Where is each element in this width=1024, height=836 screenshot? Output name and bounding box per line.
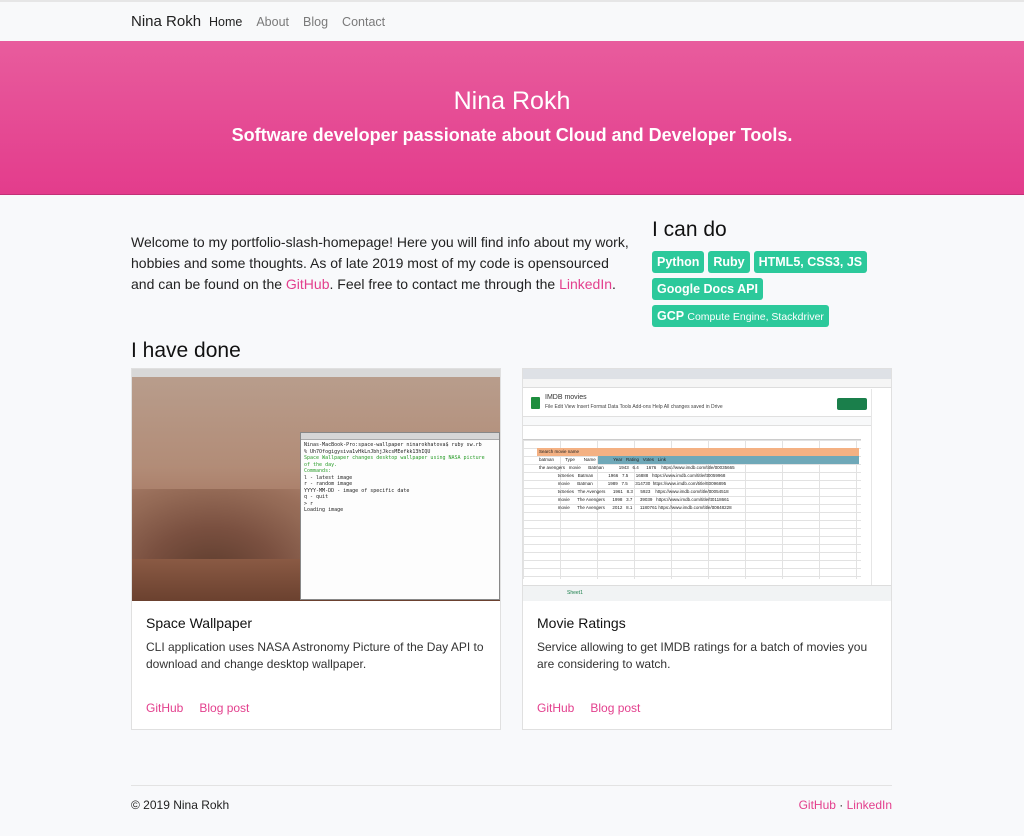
project-links: GitHub Blog post — [146, 701, 249, 715]
sheet-rows: batman Type Name Year Rating Votes Link … — [539, 457, 735, 510]
sheet-name: IMDB movies — [545, 394, 587, 401]
hero-subtitle: Software developer passionate about Clou… — [231, 125, 793, 145]
sheet-side-panel — [871, 389, 891, 585]
project-description: CLI application uses NASA Astronomy Pict… — [146, 640, 484, 671]
badge-gcp-label: GCP — [657, 309, 684, 323]
nav-blog[interactable]: Blog — [303, 15, 328, 29]
project-title: Movie Ratings — [537, 615, 626, 631]
project-github-link[interactable]: GitHub — [537, 701, 574, 715]
badge-gcp-detail: Compute Engine, Stackdriver — [687, 311, 824, 323]
intro-text-3: . — [612, 276, 616, 292]
badge-python: Python — [652, 251, 705, 273]
project-title: Space Wallpaper — [146, 615, 253, 631]
project-blog-link[interactable]: Blog post — [199, 701, 249, 715]
movie-ratings-screenshot: IMDB movies File Edit View Insert Format… — [523, 369, 891, 601]
badge-gcp: GCP Compute Engine, Stackdriver — [652, 305, 829, 327]
browser-tabs — [523, 369, 891, 379]
project-links: GitHub Blog post — [537, 701, 640, 715]
sheet-toolbar — [523, 416, 891, 426]
project-blog-link[interactable]: Blog post — [590, 701, 640, 715]
mac-menu-bar — [132, 369, 500, 377]
footer-linkedin-link[interactable]: LinkedIn — [847, 798, 892, 812]
footer-github-link[interactable]: GitHub — [799, 798, 836, 812]
footer-links: GitHub · LinkedIn — [799, 798, 892, 812]
projects-title: I have done — [131, 339, 241, 362]
brand-link[interactable]: Nina Rokh — [131, 13, 201, 30]
browser-url-bar — [523, 379, 891, 388]
skills-title: I can do — [652, 218, 727, 241]
intro-paragraph: Welcome to my portfolio-slash-homepage! … — [131, 232, 636, 295]
project-github-link[interactable]: GitHub — [146, 701, 183, 715]
footer-copyright: © 2019 Nina Rokh — [131, 798, 230, 812]
space-wallpaper-screenshot: Ninas-MacBook-Pro:space-wallpaper ninaro… — [132, 369, 500, 601]
nav-links: Home About Blog Contact — [209, 15, 385, 29]
sheet-tab: Sheet1 — [567, 590, 583, 596]
share-button — [837, 398, 867, 410]
skills-badges: Python Ruby HTML5, CSS3, JS Google Docs … — [652, 251, 892, 327]
sheet-search-label: Search movie name — [539, 449, 580, 454]
navbar: Nina Rokh Home About Blog Contact — [0, 0, 1024, 42]
footer-divider — [131, 785, 892, 786]
intro-text-2: . Feel free to contact me through the — [329, 276, 560, 292]
hero-title: Nina Rokh — [453, 87, 571, 115]
nav-home[interactable]: Home — [209, 15, 242, 29]
sheet-tabs: Sheet1 — [523, 585, 891, 601]
sheets-logo-icon — [531, 397, 540, 409]
badge-ruby: Ruby — [708, 251, 750, 273]
project-card-movie-ratings: IMDB movies File Edit View Insert Format… — [522, 368, 892, 730]
project-card-space-wallpaper: Ninas-MacBook-Pro:space-wallpaper ninaro… — [131, 368, 501, 730]
nav-contact[interactable]: Contact — [342, 15, 385, 29]
nav-about[interactable]: About — [256, 15, 289, 29]
sheet-menu: File Edit View Insert Format Data Tools … — [545, 404, 723, 410]
footer-separator: · — [835, 798, 847, 812]
intro-github-link[interactable]: GitHub — [286, 276, 330, 292]
badge-html-css-js: HTML5, CSS3, JS — [753, 251, 868, 273]
project-description: Service allowing to get IMDB ratings for… — [537, 640, 868, 671]
intro-linkedin-link[interactable]: LinkedIn — [559, 276, 612, 292]
badge-google-docs-api: Google Docs API — [652, 278, 763, 300]
terminal-window: Ninas-MacBook-Pro:space-wallpaper ninaro… — [300, 432, 500, 600]
hero-banner: Nina Rokh Software developer passionate … — [0, 41, 1024, 195]
